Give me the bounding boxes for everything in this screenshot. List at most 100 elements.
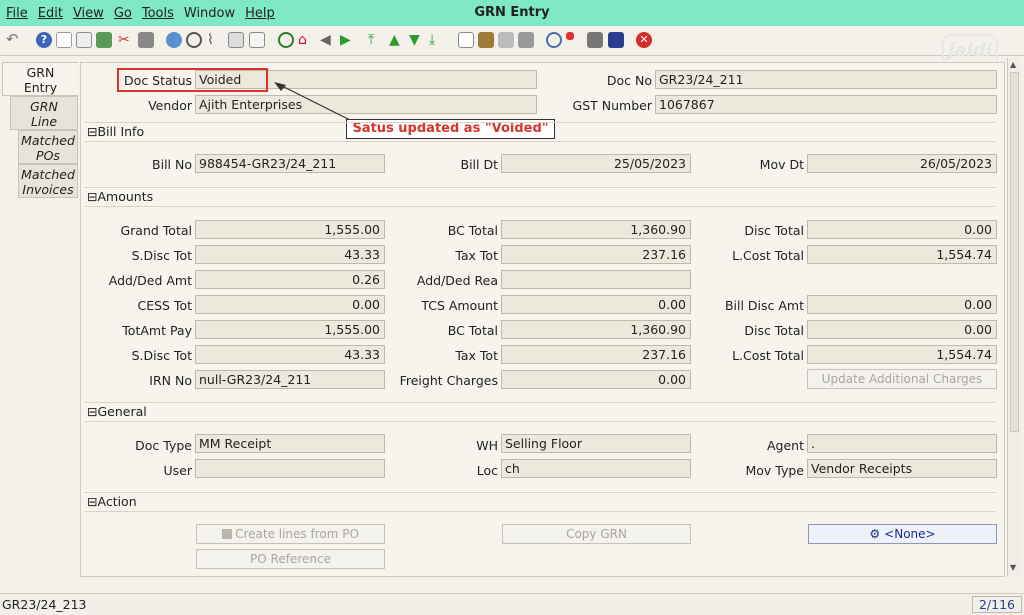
tcs-amount-label: TCS Amount xyxy=(421,298,498,313)
section-amounts[interactable]: ⊟Amounts xyxy=(84,187,996,207)
lcost-total-2-field[interactable]: 1,554.74 xyxy=(807,345,997,364)
doc-type-field[interactable]: MM Receipt xyxy=(195,434,385,453)
detail-icon[interactable]: ▶ xyxy=(340,32,356,48)
menu-view[interactable]: View xyxy=(67,6,104,21)
scroll-thumb[interactable] xyxy=(1010,72,1019,432)
update-additional-charges-button[interactable]: Update Additional Charges xyxy=(807,369,997,389)
bill-disc-amt-label: Bill Disc Amt xyxy=(724,298,804,313)
last-record-icon[interactable]: ⤓ xyxy=(429,32,445,48)
vertical-scrollbar[interactable]: ▲ ▼ xyxy=(1007,58,1021,576)
save-icon[interactable] xyxy=(138,32,154,48)
agent-field[interactable]: . xyxy=(807,434,997,453)
grid-toggle-icon[interactable] xyxy=(249,32,265,48)
sdisc-tot-label: S.Disc Tot xyxy=(131,248,192,263)
grand-total-label: Grand Total xyxy=(120,223,192,238)
tab-matched-pos[interactable]: Matched POs xyxy=(18,130,78,164)
tax-tot-field[interactable]: 237.16 xyxy=(501,245,691,264)
scroll-down-icon[interactable]: ▼ xyxy=(1010,563,1016,572)
home-icon[interactable]: ⌂ xyxy=(298,32,314,48)
menu-tools[interactable]: Tools xyxy=(136,6,174,21)
archive-icon[interactable] xyxy=(478,32,494,48)
next-record-icon[interactable]: ▼ xyxy=(409,32,425,48)
vendor-field[interactable]: Ajith Enterprises xyxy=(195,95,537,114)
history-icon[interactable] xyxy=(278,32,294,48)
zoom-across-icon[interactable] xyxy=(546,32,562,48)
sdisc-tot-2-field[interactable]: 43.33 xyxy=(195,345,385,364)
add-ded-rea-field[interactable] xyxy=(501,270,691,289)
previous-record-icon[interactable]: ▲ xyxy=(389,32,405,48)
tcs-amount-field[interactable]: 0.00 xyxy=(501,295,691,314)
mov-type-label: Mov Type xyxy=(745,463,804,478)
scroll-up-icon[interactable]: ▲ xyxy=(1010,60,1016,69)
grand-total-field[interactable]: 1,555.00 xyxy=(195,220,385,239)
delete-icon[interactable]: ✂ xyxy=(118,32,134,48)
create-lines-from-po-button[interactable]: Create lines from PO xyxy=(196,524,385,544)
po-reference-button[interactable]: PO Reference xyxy=(196,549,385,569)
section-general[interactable]: ⊟General xyxy=(84,402,996,422)
lcost-total-2-label: L.Cost Total xyxy=(732,348,804,363)
bc-total-label: BC Total xyxy=(447,223,498,238)
disc-total-2-field[interactable]: 0.00 xyxy=(807,320,997,339)
refresh-icon[interactable] xyxy=(166,32,182,48)
none-button[interactable]: ⚙ <None> xyxy=(808,524,997,544)
mov-dt-field[interactable]: 26/05/2023 xyxy=(807,154,997,173)
chat-icon[interactable] xyxy=(228,32,244,48)
add-ded-amt-field[interactable]: 0.26 xyxy=(195,270,385,289)
record-counter: 2/116 xyxy=(972,596,1022,613)
bc-total-field[interactable]: 1,360.90 xyxy=(501,220,691,239)
menu-help[interactable]: Help xyxy=(239,6,275,21)
freight-charges-label: Freight Charges xyxy=(399,373,498,388)
lcost-total-field[interactable]: 1,554.74 xyxy=(807,245,997,264)
totamt-pay-field[interactable]: 1,555.00 xyxy=(195,320,385,339)
report-icon[interactable] xyxy=(458,32,474,48)
new-icon[interactable] xyxy=(56,32,72,48)
menu-window[interactable]: Window xyxy=(178,6,235,21)
doc-no-field[interactable]: GR23/24_211 xyxy=(655,70,997,89)
wh-label: WH xyxy=(476,438,498,453)
print-preview-icon[interactable] xyxy=(498,32,514,48)
first-record-icon[interactable]: ⤒ xyxy=(368,32,384,48)
mov-dt-label: Mov Dt xyxy=(759,157,804,172)
parent-icon[interactable]: ◀ xyxy=(320,32,336,48)
disc-total-field[interactable]: 0.00 xyxy=(807,220,997,239)
copy-icon[interactable] xyxy=(76,32,92,48)
tab-grn-entry[interactable]: GRN Entry xyxy=(2,62,78,96)
sdisc-tot-2-label: S.Disc Tot xyxy=(131,348,192,363)
mov-type-field[interactable]: Vendor Receipts xyxy=(807,459,997,478)
freight-charges-field[interactable]: 0.00 xyxy=(501,370,691,389)
copy-grn-button[interactable]: Copy GRN xyxy=(502,524,691,544)
menu-file[interactable]: File xyxy=(0,6,28,21)
attachment-icon[interactable]: ⌇ xyxy=(207,32,223,48)
menu-go[interactable]: Go xyxy=(108,6,132,21)
section-action[interactable]: ⊟Action xyxy=(84,492,996,512)
cess-tot-field[interactable]: 0.00 xyxy=(195,295,385,314)
save-new-icon[interactable] xyxy=(96,32,112,48)
loc-field[interactable]: ch xyxy=(501,459,691,478)
menu-edit[interactable]: Edit xyxy=(32,6,63,21)
sdisc-tot-field[interactable]: 43.33 xyxy=(195,245,385,264)
close-icon[interactable]: ✕ xyxy=(636,32,652,48)
bill-disc-amt-field[interactable]: 0.00 xyxy=(807,295,997,314)
product-info-icon[interactable] xyxy=(587,32,603,48)
tax-tot-2-field[interactable]: 237.16 xyxy=(501,345,691,364)
tax-tot-2-label: Tax Tot xyxy=(455,348,498,363)
find-icon[interactable] xyxy=(186,32,202,48)
bill-dt-field[interactable]: 25/05/2023 xyxy=(501,154,691,173)
gst-number-field[interactable]: 1067867 xyxy=(655,95,997,114)
user-field[interactable] xyxy=(195,459,385,478)
workflow-icon[interactable] xyxy=(566,32,574,40)
print-icon[interactable] xyxy=(518,32,534,48)
section-bill-info[interactable]: ⊟Bill Info xyxy=(84,122,996,142)
wh-field[interactable]: Selling Floor xyxy=(501,434,691,453)
bc-total-2-field[interactable]: 1,360.90 xyxy=(501,320,691,339)
tab-grn-line[interactable]: GRN Line xyxy=(10,96,78,130)
tax-tot-label: Tax Tot xyxy=(455,248,498,263)
bill-no-field[interactable]: 988454-GR23/24_211 xyxy=(195,154,385,173)
lock-icon[interactable] xyxy=(608,32,624,48)
irn-no-field[interactable]: null-GR23/24_211 xyxy=(195,370,385,389)
irn-no-label: IRN No xyxy=(149,373,192,388)
tab-matched-invoices[interactable]: Matched Invoices xyxy=(18,164,78,198)
undo-icon[interactable]: ↶ xyxy=(6,30,22,48)
status-message: GR23/24_213 xyxy=(2,597,87,612)
help-icon[interactable]: ? xyxy=(36,32,52,48)
